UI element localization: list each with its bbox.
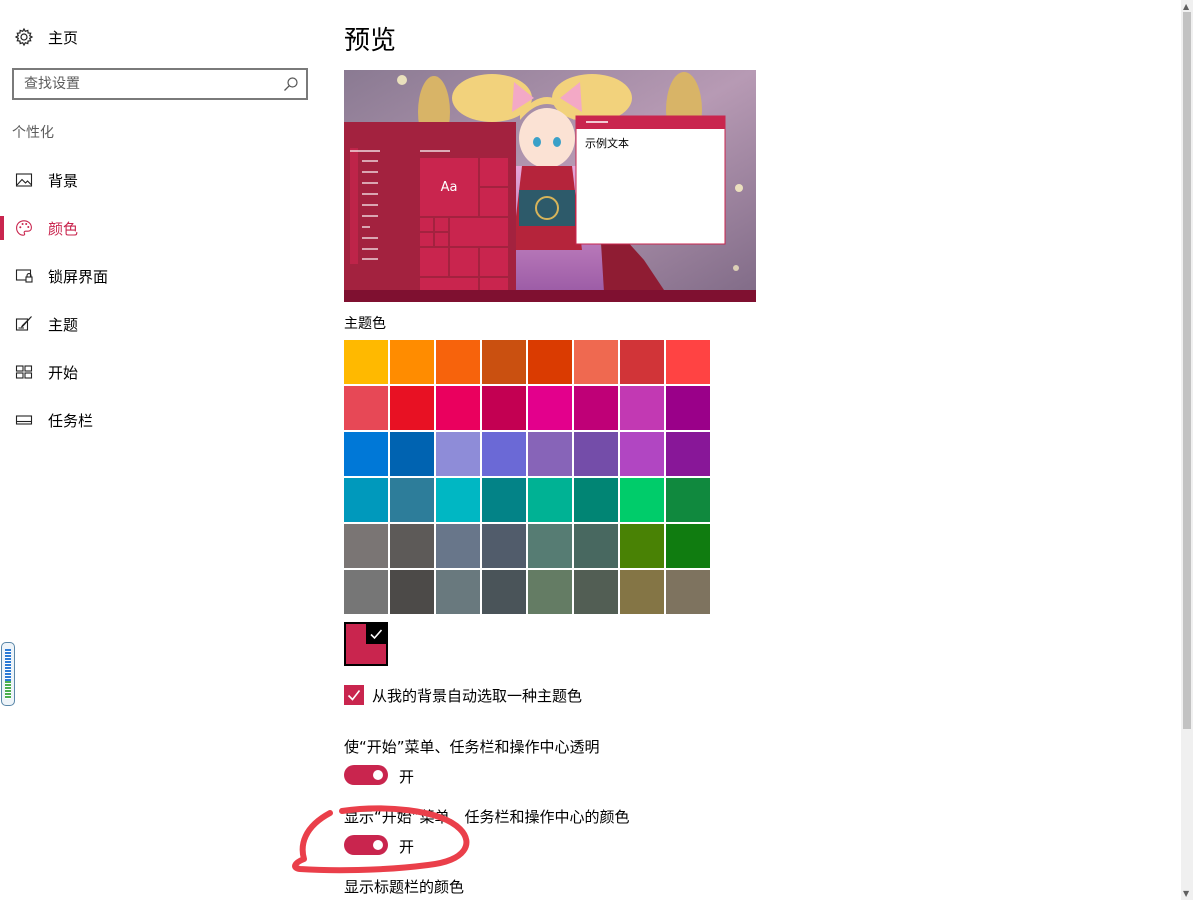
color-swatch[interactable] xyxy=(344,478,388,522)
volume-meter-widget[interactable] xyxy=(1,642,15,706)
color-swatch[interactable] xyxy=(574,386,618,430)
sidebar-item-start[interactable]: 开始 xyxy=(0,354,320,390)
tile-text: Aa xyxy=(441,180,458,195)
auto-accent-checkbox[interactable] xyxy=(344,685,364,705)
sidebar-item-label: 背景 xyxy=(48,171,79,190)
color-swatch[interactable] xyxy=(390,570,434,614)
transparency-state: 开 xyxy=(399,768,415,786)
color-swatch[interactable] xyxy=(390,432,434,476)
color-swatch[interactable] xyxy=(390,524,434,568)
color-swatch[interactable] xyxy=(666,432,710,476)
color-swatch[interactable] xyxy=(574,524,618,568)
section-label: 个性化 xyxy=(12,125,54,141)
lock-screen-icon xyxy=(15,269,33,283)
taskbar-icon xyxy=(15,415,33,425)
sidebar-item-background[interactable]: 背景 xyxy=(0,162,320,198)
color-swatch[interactable] xyxy=(528,386,572,430)
sidebar-item-lock-screen[interactable]: 锁屏界面 xyxy=(0,258,320,294)
color-swatch[interactable] xyxy=(436,340,480,384)
home-label: 主页 xyxy=(48,28,79,47)
color-swatch[interactable] xyxy=(482,432,526,476)
color-swatch[interactable] xyxy=(574,478,618,522)
color-swatch[interactable] xyxy=(390,386,434,430)
color-swatch[interactable] xyxy=(482,570,526,614)
checkmark-icon xyxy=(366,624,386,644)
theme-preview: Aa 示例文本 xyxy=(344,70,756,302)
palette-icon xyxy=(16,220,32,236)
color-swatch[interactable] xyxy=(666,478,710,522)
preview-image: Aa 示例文本 xyxy=(344,70,756,302)
color-swatch[interactable] xyxy=(436,432,480,476)
current-accent-swatch[interactable] xyxy=(344,622,388,666)
color-swatch[interactable] xyxy=(482,340,526,384)
scrollbar[interactable]: ▲ ▼ xyxy=(1181,0,1193,900)
color-swatch[interactable] xyxy=(436,478,480,522)
color-swatch[interactable] xyxy=(666,570,710,614)
color-swatch[interactable] xyxy=(528,570,572,614)
sidebar-item-label: 颜色 xyxy=(48,219,79,238)
theme-brush-icon xyxy=(15,316,32,331)
transparency-toggle[interactable] xyxy=(344,765,388,785)
color-swatch[interactable] xyxy=(528,432,572,476)
color-swatch[interactable] xyxy=(620,478,664,522)
home-link[interactable]: 主页 xyxy=(14,26,78,48)
color-swatch[interactable] xyxy=(436,570,480,614)
color-swatch[interactable] xyxy=(482,386,526,430)
color-swatch[interactable] xyxy=(344,432,388,476)
color-swatch[interactable] xyxy=(436,524,480,568)
sidebar-item-label: 开始 xyxy=(48,363,79,382)
color-swatch[interactable] xyxy=(344,524,388,568)
color-swatch[interactable] xyxy=(620,570,664,614)
color-swatch[interactable] xyxy=(344,340,388,384)
color-swatch[interactable] xyxy=(390,478,434,522)
auto-accent-option[interactable]: 从我的背景自动选取一种主题色 xyxy=(344,684,582,706)
color-swatch[interactable] xyxy=(574,432,618,476)
sidebar-item-colors[interactable]: 颜色 xyxy=(0,210,320,246)
color-swatch[interactable] xyxy=(344,386,388,430)
scroll-down-arrow-icon[interactable]: ▼ xyxy=(1183,889,1189,898)
color-swatch[interactable] xyxy=(620,432,664,476)
color-swatch[interactable] xyxy=(620,524,664,568)
color-swatch[interactable] xyxy=(482,478,526,522)
sample-text: 示例文本 xyxy=(585,136,629,150)
search-icon[interactable] xyxy=(283,76,299,92)
color-swatch[interactable] xyxy=(666,524,710,568)
scrollbar-thumb[interactable] xyxy=(1183,12,1191,729)
color-swatch[interactable] xyxy=(666,386,710,430)
meter-level xyxy=(5,681,11,699)
color-swatch[interactable] xyxy=(344,570,388,614)
gear-icon xyxy=(14,27,34,47)
color-swatch[interactable] xyxy=(528,524,572,568)
page-title: 预览 xyxy=(344,26,397,56)
search-box[interactable] xyxy=(12,68,308,100)
checkmark-icon xyxy=(347,690,361,701)
sidebar-item-taskbar[interactable]: 任务栏 xyxy=(0,402,320,438)
color-swatch[interactable] xyxy=(574,570,618,614)
color-swatch[interactable] xyxy=(436,386,480,430)
auto-accent-label: 从我的背景自动选取一种主题色 xyxy=(372,686,583,705)
scroll-up-arrow-icon[interactable]: ▲ xyxy=(1183,2,1189,11)
picture-icon xyxy=(15,173,33,187)
accent-color-label: 主题色 xyxy=(344,316,386,332)
color-swatch[interactable] xyxy=(482,524,526,568)
start-tiles-icon xyxy=(15,365,33,379)
sidebar-item-label: 锁屏界面 xyxy=(48,267,109,286)
color-swatch[interactable] xyxy=(574,340,618,384)
sidebar-item-label: 任务栏 xyxy=(48,411,94,430)
color-swatch[interactable] xyxy=(528,478,572,522)
accent-color-grid xyxy=(344,340,712,614)
transparency-label: 使“开始”菜单、任务栏和操作中心透明 xyxy=(344,738,600,756)
sidebar-item-themes[interactable]: 主题 xyxy=(0,306,320,342)
toggle-knob xyxy=(373,770,383,780)
color-swatch[interactable] xyxy=(620,340,664,384)
color-swatch[interactable] xyxy=(528,340,572,384)
annotation-circle xyxy=(292,805,470,874)
active-indicator xyxy=(0,216,4,240)
sidebar-item-label: 主题 xyxy=(48,315,79,334)
search-input[interactable] xyxy=(24,75,274,93)
color-swatch[interactable] xyxy=(620,386,664,430)
color-swatch[interactable] xyxy=(666,340,710,384)
color-swatch[interactable] xyxy=(390,340,434,384)
title-bar-color-label: 显示标题栏的颜色 xyxy=(344,878,465,896)
